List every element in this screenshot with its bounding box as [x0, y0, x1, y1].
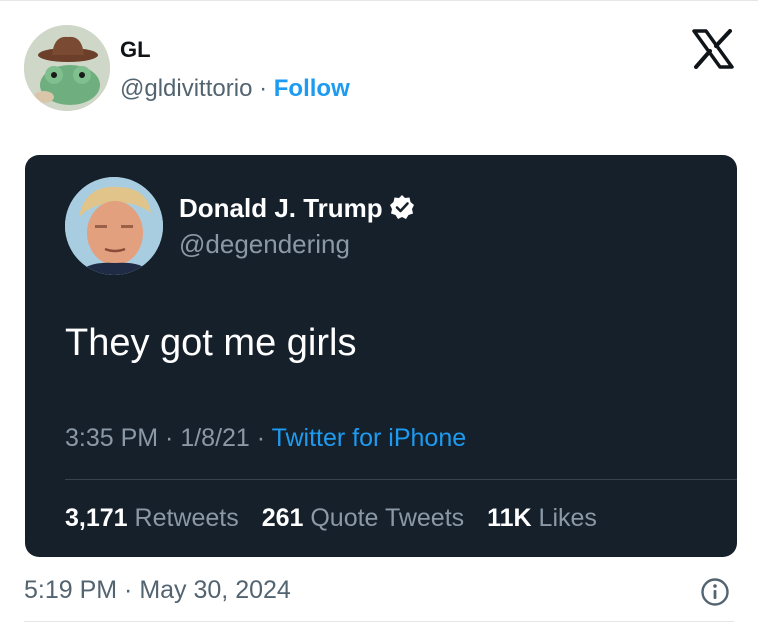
quotes-label: Quote Tweets	[310, 504, 465, 532]
likes-label: Likes	[538, 504, 597, 532]
embedded-tweet-divider	[65, 479, 737, 480]
embedded-tweet-time: 3:35 PM · 1/8/21 ·	[65, 424, 272, 452]
likes-stat: 11K Likes	[487, 504, 597, 532]
quotes-stat: 261 Quote Tweets	[262, 504, 464, 532]
embedded-tweet-source: Twitter for iPhone	[271, 424, 467, 452]
profile-photo-image	[65, 177, 163, 275]
post-timestamp[interactable]: 5:19 PM · May 30, 2024	[24, 575, 291, 605]
embedded-tweet-handle: @degendering	[179, 229, 350, 259]
retweets-label: Retweets	[134, 504, 239, 532]
embedded-tweet-name-text: Donald J. Trump	[179, 193, 383, 223]
frog-cowboy-image	[24, 25, 110, 111]
embedded-tweet-name: Donald J. Trump	[179, 193, 415, 223]
retweets-stat: 3,171 Retweets	[65, 504, 239, 532]
likes-count: 11K	[487, 504, 532, 532]
author-handle-line: @gldivittorio · Follow	[120, 75, 350, 103]
footer-divider	[24, 621, 734, 622]
author-handle[interactable]: @gldivittorio	[120, 75, 252, 102]
quotes-count: 261	[261, 504, 304, 532]
embedded-post-card: GL @gldivittorio · Follow Donald J. Trum	[0, 0, 758, 626]
embedded-tweet-screenshot: Donald J. Trump @degendering They got me…	[25, 155, 737, 557]
follow-button[interactable]: Follow	[274, 75, 350, 102]
retweets-count: 3,171	[65, 504, 128, 532]
x-logo-icon[interactable]	[692, 29, 734, 69]
embedded-tweet-meta: 3:35 PM · 1/8/21 · Twitter for iPhone	[65, 423, 466, 453]
author-name[interactable]: GL	[120, 37, 151, 63]
embedded-tweet-stats: 3,171 Retweets 261 Quote Tweets 11K Like…	[65, 503, 613, 533]
embedded-tweet-text: They got me girls	[65, 322, 357, 364]
embedded-tweet-avatar	[65, 177, 163, 275]
verified-badge-icon	[389, 195, 414, 219]
author-avatar[interactable]	[24, 25, 110, 111]
separator-dot: ·	[259, 75, 268, 102]
info-icon[interactable]	[700, 577, 730, 607]
